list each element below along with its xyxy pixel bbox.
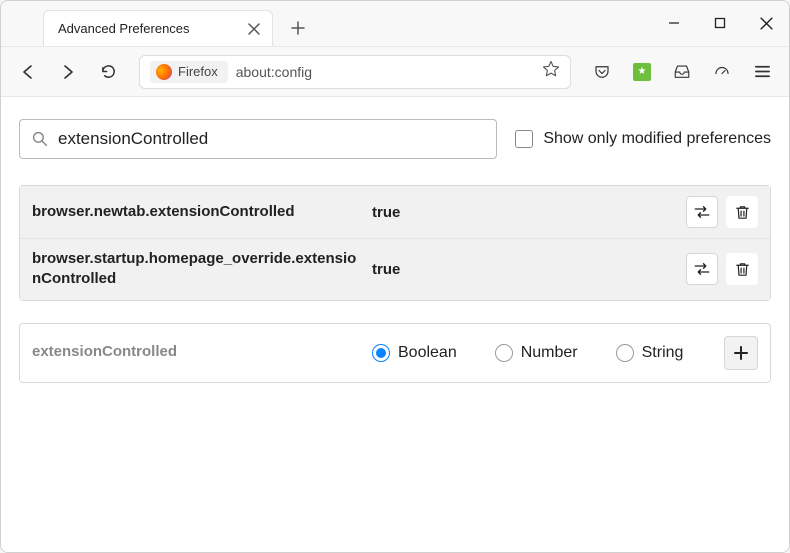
forward-button[interactable] <box>51 55 85 89</box>
bookmark-star-icon[interactable] <box>542 60 560 83</box>
search-box[interactable] <box>19 119 497 159</box>
new-pref-name: extensionControlled <box>32 342 362 362</box>
pref-actions <box>686 196 758 228</box>
show-modified-toggle[interactable]: Show only modified preferences <box>515 130 771 148</box>
toggle-button[interactable] <box>686 253 718 285</box>
search-row: Show only modified preferences <box>19 119 771 159</box>
type-radio-group: Boolean Number String <box>372 344 714 362</box>
delete-button[interactable] <box>726 196 758 228</box>
trash-icon <box>734 204 751 221</box>
search-input[interactable] <box>58 129 484 149</box>
identity-box[interactable]: Firefox <box>150 61 228 83</box>
toggle-icon <box>693 260 711 278</box>
browser-window: Advanced Preferences <box>0 0 790 553</box>
pref-name: browser.newtab.extensionControlled <box>32 202 362 222</box>
search-icon <box>32 131 48 147</box>
tab-title: Advanced Preferences <box>58 21 190 36</box>
radio-icon <box>616 344 634 362</box>
trash-icon <box>734 261 751 278</box>
toggle-button[interactable] <box>686 196 718 228</box>
maximize-button[interactable] <box>697 0 743 46</box>
toggle-icon <box>693 203 711 221</box>
checkbox-icon[interactable] <box>515 130 533 148</box>
titlebar: Advanced Preferences <box>1 1 789 47</box>
pref-row: browser.newtab.extensionControlled true <box>20 186 770 238</box>
identity-label: Firefox <box>178 64 218 79</box>
radio-string[interactable]: String <box>616 344 684 362</box>
pref-value: true <box>372 204 676 221</box>
firefox-icon <box>156 64 172 80</box>
new-tab-button[interactable] <box>283 13 313 43</box>
tab-active[interactable]: Advanced Preferences <box>43 10 273 46</box>
radio-label: Boolean <box>398 344 457 362</box>
radio-number[interactable]: Number <box>495 344 578 362</box>
radio-label: String <box>642 344 684 362</box>
minimize-button[interactable] <box>651 0 697 46</box>
pref-actions <box>686 253 758 285</box>
add-button[interactable] <box>724 336 758 370</box>
plus-icon <box>733 345 749 361</box>
new-pref-row: extensionControlled Boolean Number Strin… <box>19 323 771 383</box>
pref-value: true <box>372 261 676 278</box>
back-button[interactable] <box>11 55 45 89</box>
radio-label: Number <box>521 344 578 362</box>
radio-icon <box>372 344 390 362</box>
radio-boolean[interactable]: Boolean <box>372 344 457 362</box>
reload-button[interactable] <box>91 55 125 89</box>
dashboard-icon[interactable] <box>705 55 739 89</box>
pref-table: browser.newtab.extensionControlled true … <box>19 185 771 301</box>
toolbar: Firefox about:config <box>1 47 789 97</box>
toolbar-right <box>585 55 779 89</box>
delete-button[interactable] <box>726 253 758 285</box>
radio-icon <box>495 344 513 362</box>
pocket-icon[interactable] <box>585 55 619 89</box>
url-text: about:config <box>236 64 534 80</box>
close-window-button[interactable] <box>743 0 789 46</box>
pref-row: browser.startup.homepage_override.extens… <box>20 238 770 300</box>
url-bar[interactable]: Firefox about:config <box>139 55 571 89</box>
close-tab-icon[interactable] <box>246 21 262 37</box>
menu-icon[interactable] <box>745 55 779 89</box>
content-area: Show only modified preferences browser.n… <box>1 97 789 552</box>
pref-name: browser.startup.homepage_override.extens… <box>32 249 362 290</box>
show-modified-label: Show only modified preferences <box>543 130 771 148</box>
window-controls <box>651 0 789 46</box>
inbox-icon[interactable] <box>665 55 699 89</box>
extension-icon[interactable] <box>625 55 659 89</box>
